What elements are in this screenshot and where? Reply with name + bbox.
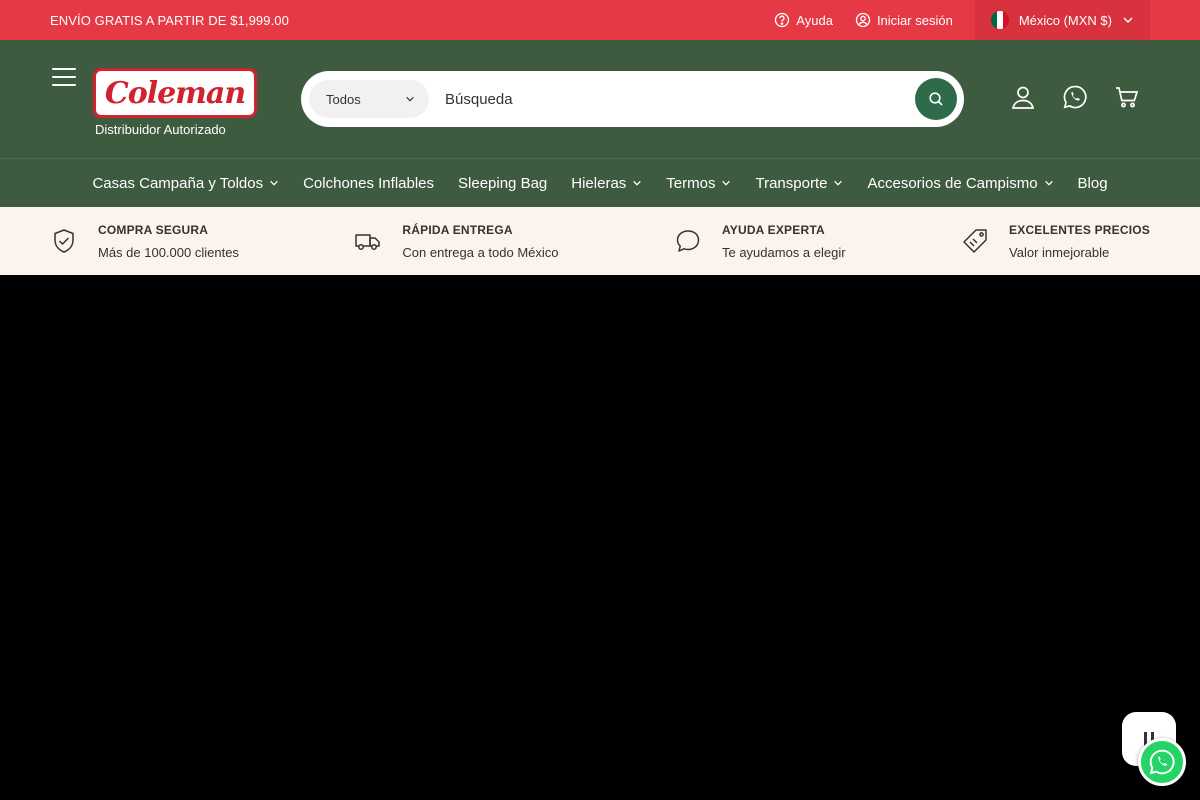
main-navigation: Casas Campaña y Toldos Colchones Inflable… [0,158,1200,207]
chevron-down-icon [834,180,843,186]
search-button[interactable] [915,78,957,120]
mexico-flag-icon [990,11,1009,29]
login-link[interactable]: Iniciar sesión [855,12,953,28]
trust-badge-subtitle: Más de 100.000 clientes [98,244,239,260]
nav-item-label: Transporte [755,174,828,192]
nav-item-termos[interactable]: Termos [654,159,743,207]
user-circle-icon [855,12,871,28]
search-category-value: Todos [326,91,361,107]
chevron-down-icon [270,180,278,186]
help-label: Ayuda [796,12,833,28]
nav-item-colchones-inflables[interactable]: Colchones Inflables [291,159,446,207]
chevron-down-icon [722,180,731,186]
nav-item-label: Colchones Inflables [303,174,435,192]
help-link[interactable]: Ayuda [774,12,833,28]
nav-item-label: Sleeping Bag [458,174,548,192]
country-label: México (MXN $) [1018,12,1112,28]
trust-badge: RÁPIDA ENTREGA Con entrega a todo México [354,222,559,260]
nav-item-label: Termos [666,174,716,192]
menu-icon[interactable] [52,68,76,92]
nav-item-blog[interactable]: Blog [1066,159,1120,207]
chevron-down-icon [1044,180,1053,186]
trust-badge-title: COMPRA SEGURA [98,222,209,237]
trust-badge: COMPRA SEGURA Más de 100.000 clientes [50,223,239,260]
whatsapp-icon[interactable] [1062,84,1088,110]
trust-badge: AYUDA EXPERTA Te ayudamos a elegir [674,223,846,260]
login-label: Iniciar sesión [876,12,953,28]
help-icon [775,12,790,28]
trust-badge-subtitle: Te ayudamos a elegir [721,244,846,260]
tag-icon [963,229,987,253]
search-input[interactable] [429,90,915,108]
announcement-bar: ENVÍO GRATIS A PARTIR DE $1,999.00 Ayuda… [0,0,1200,40]
trust-badge-subtitle: Valor inmejorable [1009,244,1110,260]
search-category-select[interactable]: Todos [309,80,429,118]
search-bar: Todos [301,71,964,127]
country-selector[interactable]: México (MXN $) [974,0,1150,40]
account-icon[interactable] [1010,84,1036,110]
nav-item-label: Accesorios de Campismo [867,174,1038,192]
nav-item-sleeping-bag[interactable]: Sleeping Bag [446,159,559,207]
trust-badge-title: RÁPIDA ENTREGA [402,222,513,237]
shield-check-icon [54,229,74,253]
trust-badge-title: AYUDA EXPERTA [721,222,825,237]
nav-item-transporte[interactable]: Transporte [743,159,855,207]
cart-icon[interactable] [1114,84,1140,110]
chevron-down-icon [406,96,414,102]
chevron-down-icon [633,180,642,186]
logo-subtitle: Distribuidor Autorizado [95,122,226,137]
trust-badges: COMPRA SEGURA Más de 100.000 clientes RÁPI… [0,207,1200,275]
logo-wordmark: Coleman [104,75,246,111]
truck-icon [355,234,381,250]
nav-item-accesorios-de-campismo[interactable]: Accesorios de Campismo [855,159,1065,207]
search-icon [929,92,943,106]
whatsapp-icon [1149,749,1175,775]
nav-item-hieleras[interactable]: Hieleras [559,159,654,207]
nav-item-label: Casas Campaña y Toldos [92,174,264,192]
trust-badge-title: EXCELENTES PRECIOS [1009,222,1150,237]
hero-video[interactable] [0,275,1200,790]
coleman-logo[interactable]: Coleman Distribuidor Autorizado [93,68,258,137]
whatsapp-chat-button[interactable] [1138,738,1186,786]
nav-item-label: Hieleras [571,174,627,192]
trust-badge: EXCELENTES PRECIOS Valor inmejorable [961,223,1150,260]
free-shipping-promo: ENVÍO GRATIS A PARTIR DE $1,999.00 [50,12,289,28]
chat-icon [676,230,700,252]
nav-item-casas-campa-a-y-toldos[interactable]: Casas Campaña y Toldos [80,159,291,207]
chevron-down-icon [1123,17,1133,23]
nav-item-label: Blog [1077,174,1108,192]
main-header: Coleman Distribuidor Autorizado Todos [0,40,1200,158]
trust-badge-subtitle: Con entrega a todo México [402,244,559,260]
